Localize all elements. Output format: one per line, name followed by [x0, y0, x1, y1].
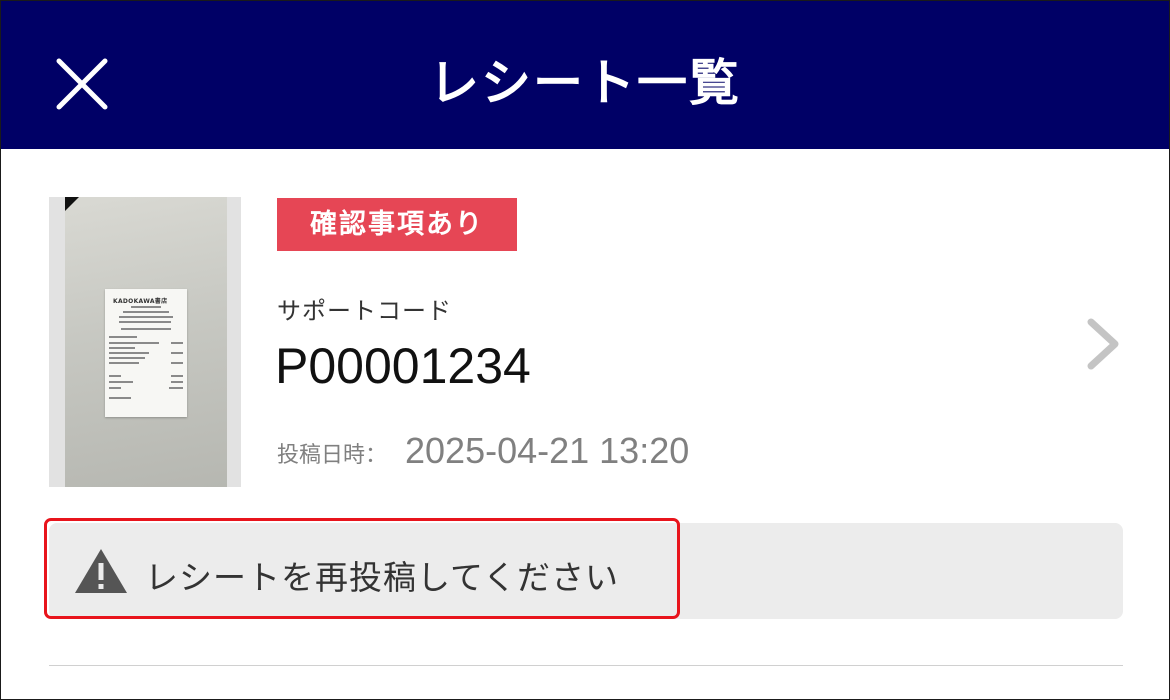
receipt-line — [109, 347, 135, 349]
close-button[interactable] — [53, 55, 113, 115]
receipt-line — [121, 328, 171, 330]
receipt-line — [171, 342, 183, 344]
receipt-line — [109, 387, 121, 389]
page-title: レシート一覧 — [429, 54, 741, 112]
receipt-line — [119, 316, 173, 318]
posted-date-label: 投稿日時： — [277, 443, 388, 468]
app-screen: レシート一覧 KADOKAWA書店 確認事項あり サポートコード P000012… — [0, 0, 1170, 700]
receipt-line — [109, 375, 121, 377]
list-divider — [49, 665, 1123, 666]
receipt-line — [123, 311, 169, 313]
receipt-line — [131, 306, 161, 308]
receipt-line — [109, 342, 159, 344]
receipt-line — [119, 321, 171, 323]
posted-date-value: 2025-04-21 13:20 — [405, 430, 690, 471]
open-detail-button[interactable] — [1083, 314, 1123, 374]
status-badge: 確認事項あり — [277, 198, 517, 251]
close-icon — [56, 58, 108, 110]
receipt-line — [109, 397, 131, 399]
receipt-paper: KADOKAWA書店 — [105, 289, 187, 417]
receipt-photo: KADOKAWA書店 — [65, 197, 227, 487]
chevron-right-icon — [1087, 318, 1119, 370]
receipt-line — [109, 381, 133, 383]
receipt-line — [109, 357, 145, 359]
receipt-line — [109, 352, 149, 354]
photo-corner — [65, 197, 79, 211]
receipt-line — [169, 387, 183, 389]
support-code-value: P00001234 — [275, 338, 531, 394]
receipt-line — [171, 381, 183, 383]
support-code-label: サポートコード — [277, 297, 452, 325]
warning-icon — [75, 549, 127, 593]
receipt-line — [171, 352, 183, 354]
receipt-logo: KADOKAWA書店 — [113, 298, 168, 305]
header-bar: レシート一覧 — [1, 1, 1169, 149]
receipt-line — [109, 336, 137, 338]
receipt-thumbnail[interactable]: KADOKAWA書店 — [49, 197, 241, 487]
alert-message: レシートを再投稿してください — [145, 558, 620, 597]
receipt-line — [171, 375, 183, 377]
receipt-line — [171, 362, 183, 364]
receipt-line — [109, 362, 139, 364]
